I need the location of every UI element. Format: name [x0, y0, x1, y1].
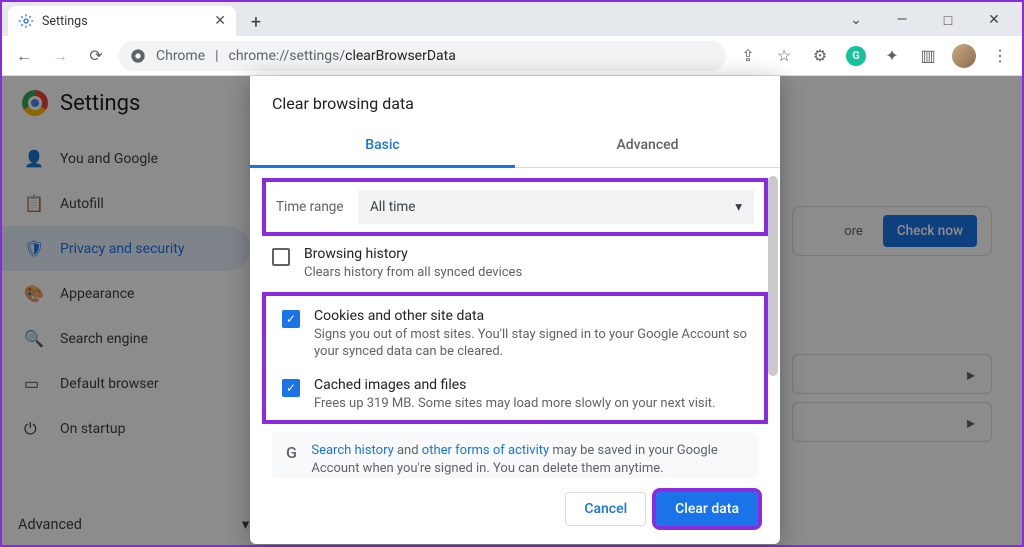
close-tab-icon[interactable]: ✕ [214, 13, 226, 29]
other-activity-link[interactable]: other forms of activity [422, 443, 549, 458]
google-g-icon: G [286, 443, 297, 463]
dialog-body: Time range All time ▾ Browsing history C… [250, 168, 780, 478]
dialog-tabs: Basic Advanced [250, 127, 780, 168]
omnibox-chrome-label: Chrome [156, 48, 205, 64]
scrollbar-track[interactable] [768, 176, 778, 466]
reload-button[interactable]: ⟳ [82, 42, 110, 70]
option-desc: Signs you out of most sites. You'll stay… [314, 326, 748, 361]
sidepanel-icon[interactable]: ▥ [914, 42, 942, 70]
extensions-puzzle-icon[interactable]: ✦ [878, 42, 906, 70]
dialog-title: Clear browsing data [250, 94, 780, 127]
dialog-actions: Cancel Clear data [250, 478, 780, 530]
time-range-label: Time range [276, 199, 358, 215]
google-account-info: G Search history and other forms of acti… [272, 432, 758, 478]
grammarly-extension-icon[interactable]: G [842, 42, 870, 70]
page-content: Settings 👤You and Google 📋Autofill 🛡Priv… [2, 76, 1022, 545]
new-tab-button[interactable]: + [242, 8, 270, 36]
option-title: Cached images and files [314, 377, 715, 393]
option-cached[interactable]: ✓ Cached images and files Frees up 319 M… [272, 367, 758, 419]
time-range-row: Time range All time ▾ [262, 178, 768, 236]
share-icon[interactable]: ⇪ [734, 42, 762, 70]
browser-toolbar: ← → ⟳ Chrome | chrome://settings/clearBr… [2, 36, 1022, 76]
checkbox-checked[interactable]: ✓ [282, 379, 300, 397]
address-bar[interactable]: Chrome | chrome://settings/clearBrowserD… [118, 41, 726, 71]
browser-tab[interactable]: Settings ✕ [8, 6, 236, 36]
omnibox-divider: | [215, 48, 218, 64]
omnibox-url-path: clearBrowserData [345, 48, 456, 64]
checkbox-checked[interactable]: ✓ [282, 310, 300, 328]
window-close-button[interactable]: ✕ [974, 8, 1014, 32]
option-cookies[interactable]: ✓ Cookies and other site data Signs you … [272, 298, 758, 367]
checkbox-unchecked[interactable] [272, 248, 290, 266]
tab-advanced[interactable]: Advanced [515, 127, 780, 167]
profile-avatar[interactable] [950, 42, 978, 70]
window-maximize-button[interactable]: □ [928, 8, 968, 32]
highlighted-options: ✓ Cookies and other site data Signs you … [262, 292, 768, 425]
window-dropdown-icon[interactable]: ⌄ [836, 8, 876, 32]
time-range-value: All time [370, 199, 415, 215]
settings-gear-icon [18, 13, 34, 29]
extension-icon[interactable]: ⚙ [806, 42, 834, 70]
option-title: Cookies and other site data [314, 308, 748, 324]
cancel-button[interactable]: Cancel [565, 492, 646, 526]
dropdown-caret-icon: ▾ [735, 199, 742, 215]
window-titlebar: Settings ✕ + ⌄ — □ ✕ [2, 2, 1022, 36]
search-history-link[interactable]: Search history [311, 443, 393, 458]
time-range-select[interactable]: All time ▾ [358, 190, 754, 224]
tab-title: Settings [42, 14, 206, 29]
window-controls: ⌄ — □ ✕ [836, 8, 1014, 36]
tab-basic[interactable]: Basic [250, 127, 515, 168]
option-title: Browsing history [304, 246, 522, 262]
scrollbar-thumb[interactable] [768, 176, 778, 376]
chrome-icon [130, 48, 146, 64]
chrome-menu-button[interactable]: ⋮ [986, 42, 1014, 70]
clear-data-button[interactable]: Clear data [656, 492, 758, 526]
omnibox-url-prefix: chrome://settings/ [229, 48, 346, 64]
info-text: Search history and other forms of activi… [311, 442, 744, 478]
option-desc: Frees up 319 MB. Some sites may load mor… [314, 395, 715, 413]
option-browsing-history[interactable]: Browsing history Clears history from all… [262, 236, 768, 288]
back-button[interactable]: ← [10, 42, 38, 70]
clear-browsing-data-dialog: Clear browsing data Basic Advanced Time … [250, 76, 780, 544]
bookmark-star-icon[interactable]: ☆ [770, 42, 798, 70]
window-minimize-button[interactable]: — [882, 8, 922, 32]
option-desc: Clears history from all synced devices [304, 264, 522, 282]
forward-button[interactable]: → [46, 42, 74, 70]
